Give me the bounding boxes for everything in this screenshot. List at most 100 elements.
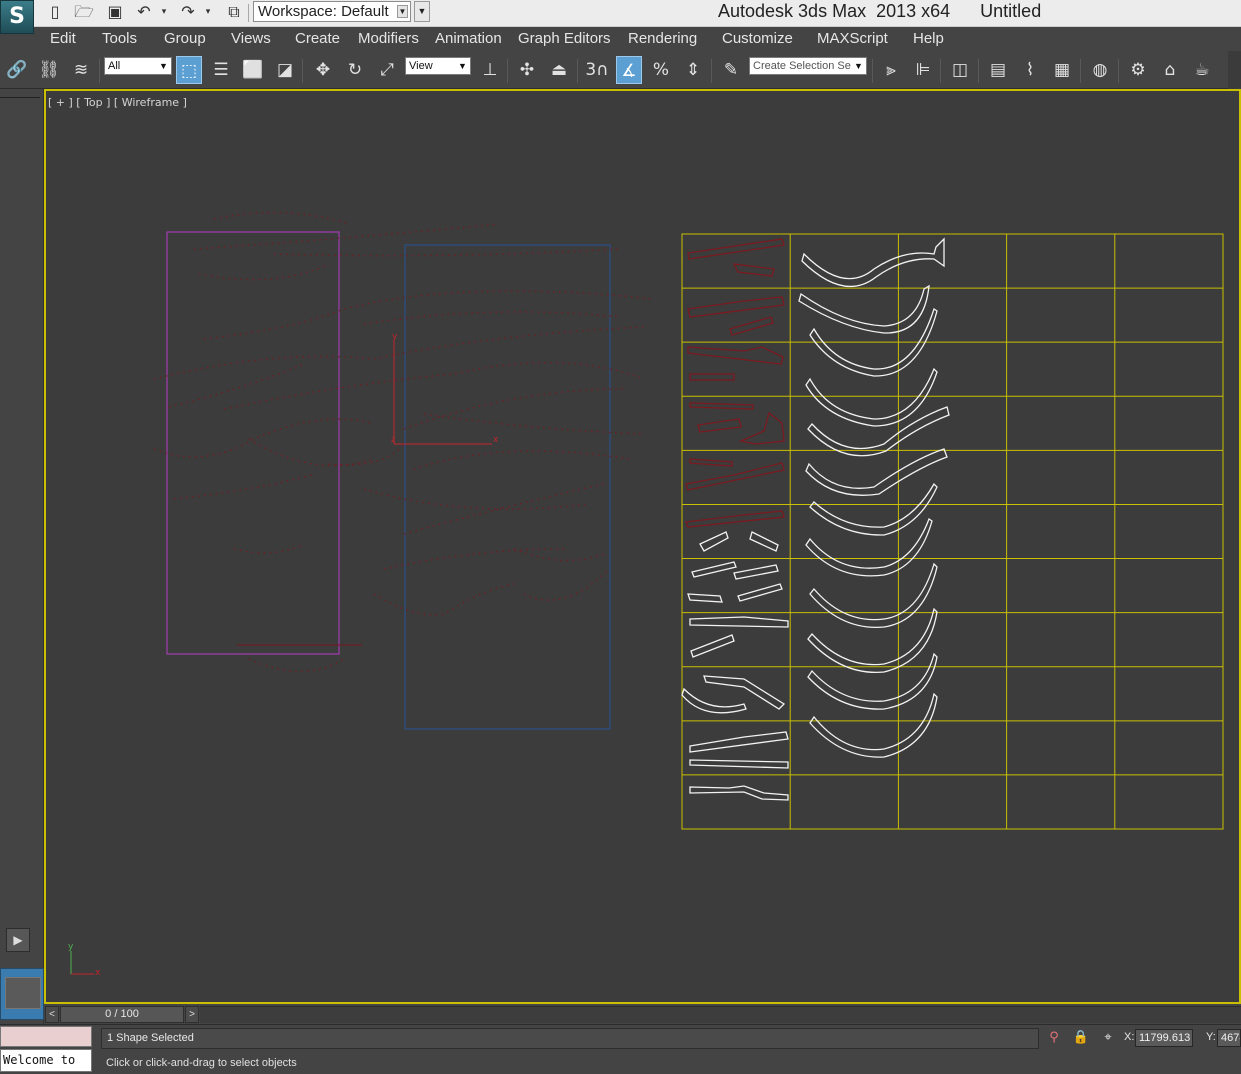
rotate-icon[interactable]: ↻ [342, 56, 368, 84]
spline-curve[interactable] [363, 488, 590, 510]
move-icon[interactable]: ✥ [310, 56, 336, 84]
curved-part[interactable] [807, 406, 950, 457]
undo-icon[interactable]: ↶ [132, 2, 156, 22]
curved-part[interactable] [809, 562, 938, 629]
spline-curve[interactable] [403, 388, 625, 430]
part-strip[interactable] [729, 316, 774, 336]
align-icon[interactable]: ⊫ [910, 56, 936, 84]
menu-edit[interactable]: Edit [50, 29, 76, 49]
spline-curve[interactable] [198, 263, 330, 281]
part-strip[interactable] [687, 593, 723, 603]
object-bounding-box-left[interactable] [166, 231, 340, 655]
part-strip[interactable] [689, 616, 789, 628]
link-icon[interactable]: 🔗 [4, 56, 30, 84]
menu-animation[interactable]: Animation [435, 29, 502, 49]
scattered-spline-curves[interactable] [153, 211, 655, 673]
transform-gizmo[interactable]: x y z [391, 332, 499, 445]
menu-graph-editors[interactable]: Graph Editors [518, 29, 611, 49]
y-coordinate-field[interactable]: 4674 [1217, 1029, 1241, 1047]
time-next-button[interactable]: > [185, 1006, 199, 1023]
open-file-icon[interactable]: 🗁 [72, 2, 96, 22]
part-strips-white[interactable] [681, 531, 789, 801]
scale-icon[interactable]: ⤢ [374, 56, 400, 84]
spline-curve[interactable] [413, 450, 630, 470]
x-coordinate-field[interactable]: 11799.613 [1135, 1029, 1193, 1047]
part-strip[interactable] [689, 402, 754, 410]
schematic-view-icon[interactable]: ▦ [1049, 56, 1075, 84]
spline-curve[interactable] [403, 483, 605, 535]
new-file-icon[interactable]: ▯ [44, 2, 66, 22]
bind-space-warp-icon[interactable]: ≋ [68, 56, 94, 84]
select-by-name-icon[interactable]: ☰ [208, 56, 234, 84]
undo-list-icon[interactable]: ▾ [158, 2, 170, 22]
curved-part[interactable] [805, 518, 933, 577]
redo-list-icon[interactable]: ▾ [202, 2, 214, 22]
part-strip[interactable] [687, 346, 784, 365]
curved-parts[interactable] [798, 237, 950, 758]
menu-modifiers[interactable]: Modifiers [358, 29, 419, 49]
part-strip[interactable] [681, 687, 747, 714]
spline-curve[interactable] [173, 473, 315, 500]
part-strip[interactable] [685, 462, 785, 491]
spline-curve[interactable] [248, 438, 375, 467]
layer-manager-icon[interactable]: ◫ [947, 56, 973, 84]
part-strip[interactable] [697, 418, 742, 433]
menu-customize[interactable]: Customize [722, 29, 793, 49]
spline-curve[interactable] [373, 583, 515, 616]
curved-part[interactable] [798, 284, 930, 334]
part-strip[interactable] [689, 373, 735, 381]
menu-create[interactable]: Create [295, 29, 340, 49]
spline-curve[interactable] [383, 548, 565, 570]
curved-part[interactable] [809, 482, 938, 536]
selection-filter-dropdown[interactable]: All ▼ [104, 57, 172, 75]
spline-curve[interactable] [223, 361, 645, 410]
window-crossing-icon[interactable]: ◪ [272, 56, 298, 84]
curved-part[interactable] [807, 607, 938, 674]
percent-snap-icon[interactable]: % [648, 56, 674, 84]
menu-rendering[interactable]: Rendering [628, 29, 697, 49]
save-file-icon[interactable]: ▣ [104, 2, 126, 22]
quick-access-customize-icon[interactable]: ▼ [414, 1, 430, 22]
snaps-toggle-icon[interactable]: 3∩ [584, 56, 610, 84]
menu-tools[interactable]: Tools [102, 29, 137, 49]
toolbar-scroll[interactable] [1228, 51, 1241, 89]
select-manipulate-icon[interactable]: ✣ [514, 56, 540, 84]
spline-curve[interactable] [213, 211, 350, 225]
angle-snap-icon[interactable]: ∡ [616, 56, 642, 84]
part-strip[interactable] [691, 561, 737, 578]
mirror-icon[interactable]: ⫸ [878, 56, 904, 84]
material-editor-icon[interactable]: ◍ [1087, 56, 1113, 84]
named-selection-input[interactable]: Create Selection Se ▼ [749, 57, 867, 75]
maxscript-listener-input[interactable] [0, 1026, 92, 1047]
spline-curve[interactable] [273, 248, 620, 257]
absolute-mode-icon[interactable]: ⌖ [1099, 1029, 1117, 1047]
reference-coordinate-dropdown[interactable]: View ▼ [405, 57, 471, 75]
render-setup-icon[interactable]: ⚙ [1125, 56, 1151, 84]
spline-curve[interactable] [328, 443, 405, 466]
menu-group[interactable]: Group [164, 29, 206, 49]
part-strip[interactable] [689, 759, 789, 769]
spinner-snap-icon[interactable]: ⇕ [680, 56, 706, 84]
spline-curve[interactable] [153, 326, 645, 380]
part-strips-red[interactable] [685, 238, 785, 528]
play-icon[interactable]: ▶ [6, 928, 30, 952]
curved-part[interactable] [801, 237, 945, 288]
workspace-dropdown[interactable]: Workspace: Default ▼ [253, 1, 411, 22]
unlink-icon[interactable]: ⛓ [36, 56, 62, 84]
scene-explorer-icon[interactable]: ▤ [985, 56, 1011, 84]
menu-help[interactable]: Help [913, 29, 944, 49]
part-strip[interactable] [687, 238, 785, 260]
spline-curve[interactable] [523, 568, 610, 601]
spline-curve[interactable] [153, 418, 375, 458]
part-strip[interactable] [737, 583, 783, 602]
track-bar[interactable] [200, 1006, 1241, 1023]
time-slider[interactable]: 0 / 100 [60, 1006, 184, 1023]
selection-lock-icon[interactable]: 🔒 [1072, 1029, 1090, 1047]
redo-icon[interactable]: ↷ [176, 2, 200, 22]
rect-selection-region-icon[interactable]: ⬜ [240, 56, 266, 84]
time-prev-button[interactable]: < [45, 1006, 59, 1023]
spline-curve[interactable] [423, 413, 645, 435]
menu-maxscript[interactable]: MAXScript [817, 29, 888, 49]
edit-named-selection-icon[interactable]: ✎ [718, 56, 744, 84]
part-strip[interactable] [732, 263, 775, 277]
